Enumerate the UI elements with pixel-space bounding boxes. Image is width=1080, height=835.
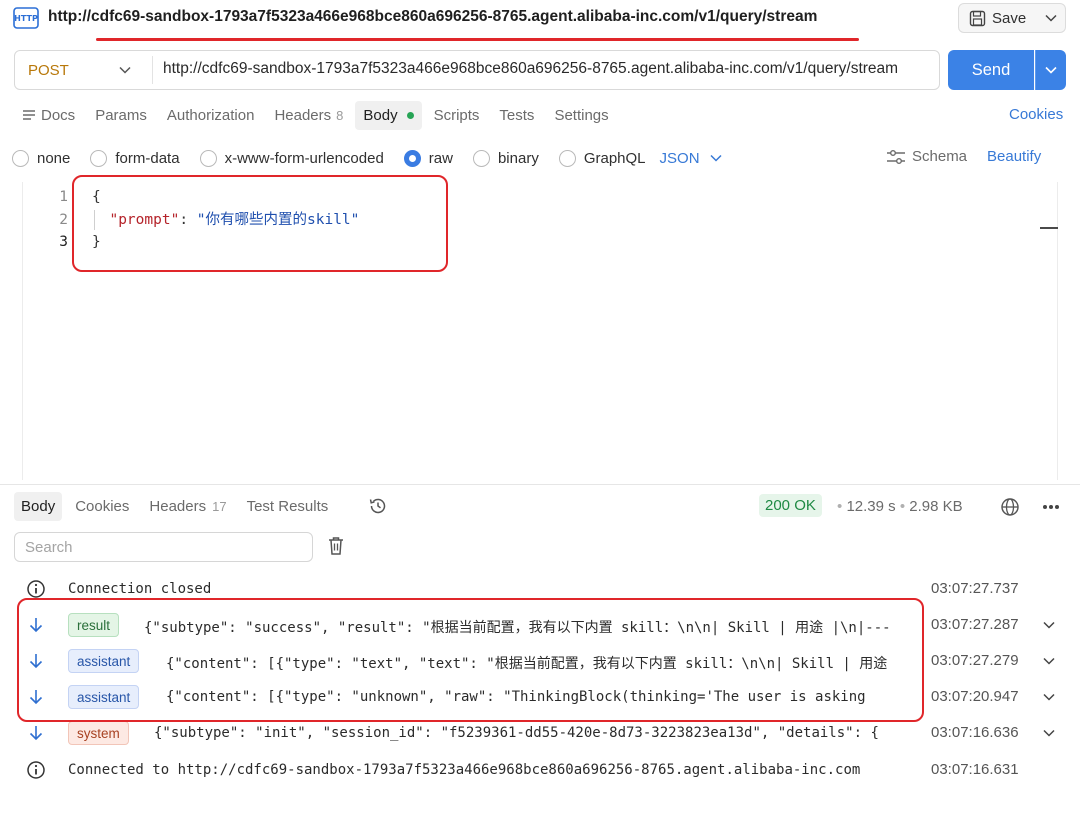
save-options-button[interactable] <box>1037 3 1066 33</box>
format-select[interactable]: JSON <box>660 150 722 167</box>
beautify-button[interactable]: Beautify <box>987 148 1041 165</box>
response-tab-headers[interactable]: Headers 17 <box>142 492 233 521</box>
save-label: Save <box>992 9 1027 27</box>
tab-body-label: Body <box>363 106 398 124</box>
save-button[interactable]: Save <box>958 3 1038 33</box>
trash-icon[interactable] <box>326 535 346 557</box>
history-icon[interactable] <box>368 496 388 516</box>
url-input[interactable]: http://cdfc69-sandbox-1793a7f5323a466e96… <box>163 60 933 78</box>
radio-none[interactable]: none <box>12 149 71 167</box>
radio-graphql[interactable]: GraphQL <box>558 149 646 167</box>
radio-form-data[interactable]: form-data <box>90 149 180 167</box>
tab-scripts[interactable]: Scripts <box>426 101 488 130</box>
format-select-label: JSON <box>659 149 700 167</box>
radio-urlencoded-circle[interactable] <box>199 149 217 167</box>
tab-authorization[interactable]: Authorization <box>159 101 263 130</box>
log-message: Connection closed <box>68 581 212 597</box>
response-time: 12.39 s <box>846 498 896 515</box>
more-options-icon[interactable] <box>1040 497 1062 517</box>
radio-urlencoded[interactable]: x-www-form-urlencoded <box>199 149 384 167</box>
response-tab-headers-label: Headers <box>149 498 207 515</box>
log-timestamp: 03:07:16.636 <box>931 724 1019 741</box>
schema-button[interactable]: Schema <box>886 148 967 165</box>
title-highlight-underline <box>96 38 859 41</box>
radio-binary-label: binary <box>497 149 539 167</box>
chevron-down-icon[interactable] <box>1042 726 1056 740</box>
send-options-button[interactable] <box>1035 50 1066 90</box>
log-row-connected[interactable]: Connected to http://cdfc69-sandbox-1793a… <box>14 753 1066 787</box>
minimap-indicator <box>1040 227 1058 229</box>
response-tab-test-results[interactable]: Test Results <box>240 492 336 521</box>
log-timestamp: 03:07:20.947 <box>931 688 1019 705</box>
highlight-box-response-events <box>17 598 924 722</box>
chevron-down-icon[interactable] <box>1042 618 1056 632</box>
response-meta: • 12.39 s • 2.98 KB <box>837 498 963 515</box>
svg-text:HTTP: HTTP <box>14 14 38 23</box>
radio-graphql-circle[interactable] <box>558 149 576 167</box>
schema-icon <box>887 149 905 164</box>
radio-urlencoded-label: x-www-form-urlencoded <box>224 149 384 167</box>
save-icon <box>969 10 986 26</box>
radio-none-label: none <box>37 149 71 167</box>
radio-raw[interactable]: raw <box>403 149 453 167</box>
tab-settings[interactable]: Settings <box>546 101 616 130</box>
response-search-input[interactable] <box>14 532 313 562</box>
response-size: 2.98 KB <box>909 498 963 515</box>
chevron-down-icon <box>710 154 722 162</box>
radio-graphql-label: GraphQL <box>583 149 646 167</box>
tab-tests[interactable]: Tests <box>491 101 542 130</box>
chevron-down-icon[interactable] <box>1042 654 1056 668</box>
headers-count-badge: 8 <box>336 107 344 123</box>
panel-divider[interactable] <box>0 484 1080 485</box>
highlight-box-request-body <box>72 175 448 272</box>
request-title[interactable]: http://cdfc69-sandbox-1793a7f5323a466e96… <box>48 8 817 26</box>
chevron-down-icon <box>1045 14 1057 22</box>
info-icon <box>27 761 45 779</box>
line-numbers: 1 2 3 <box>50 186 68 254</box>
log-timestamp: 03:07:16.631 <box>931 761 1019 778</box>
radio-raw-label: raw <box>428 149 453 167</box>
body-indicator-dot <box>406 111 414 119</box>
tab-params[interactable]: Params <box>87 101 155 130</box>
radio-raw-circle[interactable] <box>403 149 421 167</box>
radio-binary-circle[interactable] <box>472 149 490 167</box>
schema-label: Schema <box>912 148 968 165</box>
send-button[interactable]: Send <box>948 50 1034 90</box>
http-request-icon: HTTP <box>13 7 39 29</box>
log-timestamp: 03:07:27.279 <box>931 652 1019 669</box>
docs-icon <box>23 110 35 120</box>
response-tab-cookies[interactable]: Cookies <box>68 492 136 521</box>
info-icon <box>27 580 45 598</box>
chevron-down-icon[interactable] <box>1042 690 1056 704</box>
chevron-down-icon <box>1045 66 1057 74</box>
log-timestamp: 03:07:27.737 <box>931 580 1019 597</box>
globe-icon[interactable] <box>1000 497 1020 517</box>
line-number: 3 <box>59 234 68 250</box>
response-headers-count: 17 <box>212 499 227 514</box>
response-tab-body[interactable]: Body <box>14 492 63 521</box>
arrow-down-icon <box>29 726 43 741</box>
request-bar-divider <box>152 56 153 84</box>
tab-headers[interactable]: Headers 8 <box>266 101 351 130</box>
response-tabs: Body Cookies Headers 17 Test Results <box>14 492 341 521</box>
log-message: Connected to http://cdfc69-sandbox-1793a… <box>68 762 861 778</box>
tab-headers-label: Headers <box>274 106 332 124</box>
radio-binary[interactable]: binary <box>472 149 539 167</box>
line-number: 2 <box>59 211 68 228</box>
status-badge: 200 OK <box>759 494 822 517</box>
cookies-link[interactable]: Cookies <box>1009 106 1063 123</box>
radio-none-circle[interactable] <box>12 149 29 167</box>
event-badge-system: system <box>68 721 129 745</box>
log-message: {"subtype": "init", "session_id": "f5239… <box>154 725 879 741</box>
tab-body[interactable]: Body <box>355 100 422 130</box>
line-number: 1 <box>59 189 68 205</box>
method-chevron-down-icon[interactable] <box>118 64 132 76</box>
radio-form-data-circle[interactable] <box>90 149 108 167</box>
tab-docs[interactable]: Docs <box>14 101 83 130</box>
radio-form-data-label: form-data <box>115 149 180 167</box>
request-tabs: Docs Params Authorization Headers 8 Body… <box>14 99 621 131</box>
tab-docs-label: Docs <box>41 106 76 124</box>
log-timestamp: 03:07:27.287 <box>931 616 1019 633</box>
body-type-selector: none form-data x-www-form-urlencoded raw… <box>12 146 722 170</box>
